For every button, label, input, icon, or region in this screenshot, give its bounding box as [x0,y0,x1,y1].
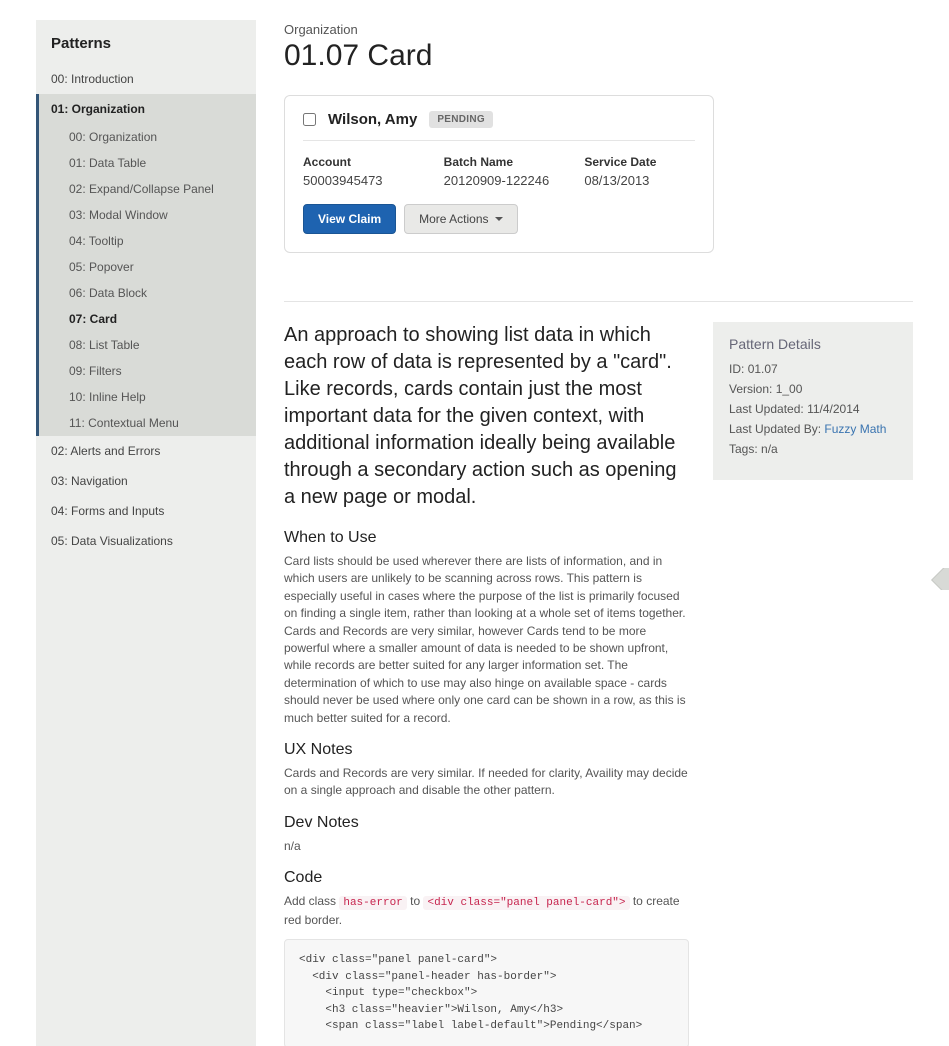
sidebar-item-forms[interactable]: 04: Forms and Inputs [36,496,256,526]
edge-widget-icon[interactable] [927,568,949,590]
sidebar-sub-tooltip[interactable]: 04: Tooltip [39,228,256,254]
dev-notes-heading: Dev Notes [284,814,689,832]
pattern-details-panel: Pattern Details ID: 01.07 Version: 1_00 … [713,322,913,480]
sidebar-item-introduction[interactable]: 00: Introduction [36,64,256,94]
batch-label: Batch Name [444,155,555,169]
page-title: 01.07 Card [284,39,913,73]
lead-paragraph: An approach to showing list data in whic… [284,322,689,511]
code-heading: Code [284,869,689,887]
sidebar-sub-filters[interactable]: 09: Filters [39,358,256,384]
sidebar-title: Patterns [36,20,256,64]
updated-by-link[interactable]: Fuzzy Math [824,422,886,436]
details-updated: Last Updated: 11/4/2014 [729,402,897,416]
sidebar-sub-card[interactable]: 07: Card [39,306,256,332]
code-intro-text: Add class has-error to <div class="panel… [284,893,689,929]
details-id: ID: 01.07 [729,362,897,376]
card-select-checkbox[interactable] [303,113,316,126]
when-to-use-text: Card lists should be used wherever there… [284,553,689,727]
account-label: Account [303,155,414,169]
sidebar-sub-expand-collapse[interactable]: 02: Expand/Collapse Panel [39,176,256,202]
status-badge: PENDING [429,111,493,128]
account-value: 50003945473 [303,173,414,188]
breadcrumb: Organization [284,22,913,37]
batch-value: 20120909-122246 [444,173,555,188]
card-person-name: Wilson, Amy [328,111,417,128]
sidebar-sub-organization[interactable]: 00: Organization [39,124,256,150]
sidebar-sub-inline-help[interactable]: 10: Inline Help [39,384,256,410]
ux-notes-text: Cards and Records are very similar. If n… [284,765,689,800]
more-actions-button[interactable]: More Actions [404,204,517,234]
main-content: Organization 01.07 Card Wilson, Amy PEND… [256,0,949,1046]
more-actions-label: More Actions [419,212,488,226]
sidebar-item-organization[interactable]: 01: Organization [39,94,256,124]
code-block: <div class="panel panel-card"> <div clas… [284,939,689,1046]
sidebar-item-data-viz[interactable]: 05: Data Visualizations [36,526,256,556]
patterns-sidebar: Patterns 00: Introduction 01: Organizati… [36,20,256,1046]
chevron-down-icon [495,217,503,221]
sidebar-sub-list-table[interactable]: 08: List Table [39,332,256,358]
sidebar-sub-contextual-menu[interactable]: 11: Contextual Menu [39,410,256,436]
section-divider [284,301,913,302]
dev-notes-text: n/a [284,838,689,855]
when-to-use-heading: When to Use [284,529,689,547]
sidebar-sub-popover[interactable]: 05: Popover [39,254,256,280]
example-card-panel: Wilson, Amy PENDING Account 50003945473 … [284,95,714,253]
sidebar-item-alerts[interactable]: 02: Alerts and Errors [36,436,256,466]
details-version: Version: 1_00 [729,382,897,396]
sidebar-sub-modal-window[interactable]: 03: Modal Window [39,202,256,228]
details-tags: Tags: n/a [729,442,897,456]
service-date-label: Service Date [584,155,695,169]
sidebar-sub-data-table[interactable]: 01: Data Table [39,150,256,176]
sidebar-sub-data-block[interactable]: 06: Data Block [39,280,256,306]
ux-notes-heading: UX Notes [284,741,689,759]
code-inline-panel-card: <div class="panel panel-card"> [423,896,629,910]
service-date-value: 08/13/2013 [584,173,695,188]
details-updated-by: Last Updated By: Fuzzy Math [729,422,897,436]
sidebar-item-navigation[interactable]: 03: Navigation [36,466,256,496]
code-inline-has-error: has-error [339,896,406,910]
view-claim-button[interactable]: View Claim [303,204,396,234]
details-title: Pattern Details [729,336,897,352]
